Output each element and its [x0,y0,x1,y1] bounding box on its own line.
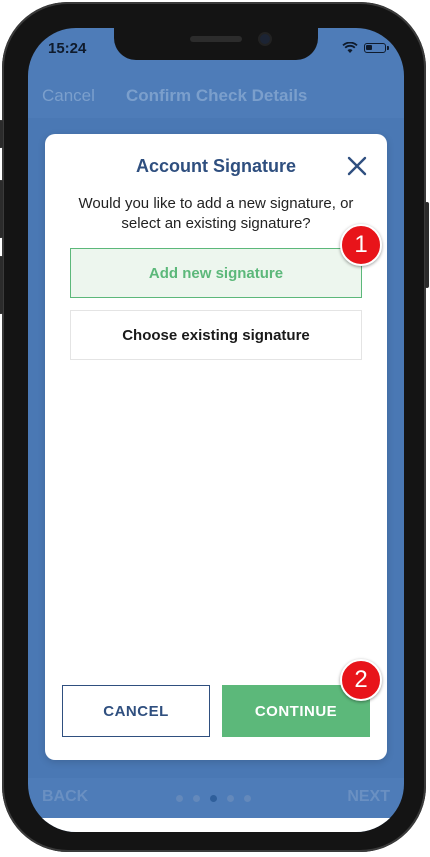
battery-icon [364,43,389,53]
close-icon[interactable] [345,154,369,178]
cancel-button[interactable]: CANCEL [62,685,210,737]
choose-existing-signature-button[interactable]: Choose existing signature [70,310,362,360]
continue-button-label: CONTINUE [254,702,338,720]
dialog-message: Would you like to add a new signature, o… [78,195,354,232]
step-badge-2: 2 [340,659,382,701]
dialog-title: Account Signature [135,156,296,176]
account-signature-dialog: Account Signature Would you like to add … [45,134,387,760]
power-button [425,202,429,288]
page-dot [176,795,183,802]
phone-frame: 15:24 Cancel Confirm Check Details BACK [0,2,429,852]
next-button[interactable]: NEXT [347,788,390,806]
notch [114,28,318,60]
bottom-bar: BACK NEXT [28,778,404,818]
navbar: Cancel Confirm Check Details [28,78,404,118]
volume-up-button [0,180,3,238]
page-dot [244,795,251,802]
add-new-signature-label: Add new signature [148,264,284,282]
nav-title: Confirm Check Details [126,86,308,105]
status-time: 15:24 [48,40,87,57]
mute-switch [0,120,3,148]
volume-down-button [0,256,3,314]
page-dot-active [210,795,217,802]
page-dot [193,795,200,802]
home-strip [28,818,404,832]
choose-existing-signature-label: Choose existing signature [122,326,310,344]
page-indicator [176,795,251,802]
step-badge-1: 1 [340,224,382,266]
cancel-button-label: CANCEL [103,702,169,720]
camera [260,34,270,44]
speaker [190,36,242,42]
page-dot [227,795,234,802]
add-new-signature-button[interactable]: Add new signature [70,248,362,298]
wifi-icon [342,42,358,53]
screen: 15:24 Cancel Confirm Check Details BACK [28,28,404,832]
status-icons [342,42,389,54]
nav-cancel-button[interactable]: Cancel [42,86,95,106]
back-button[interactable]: BACK [42,788,88,806]
